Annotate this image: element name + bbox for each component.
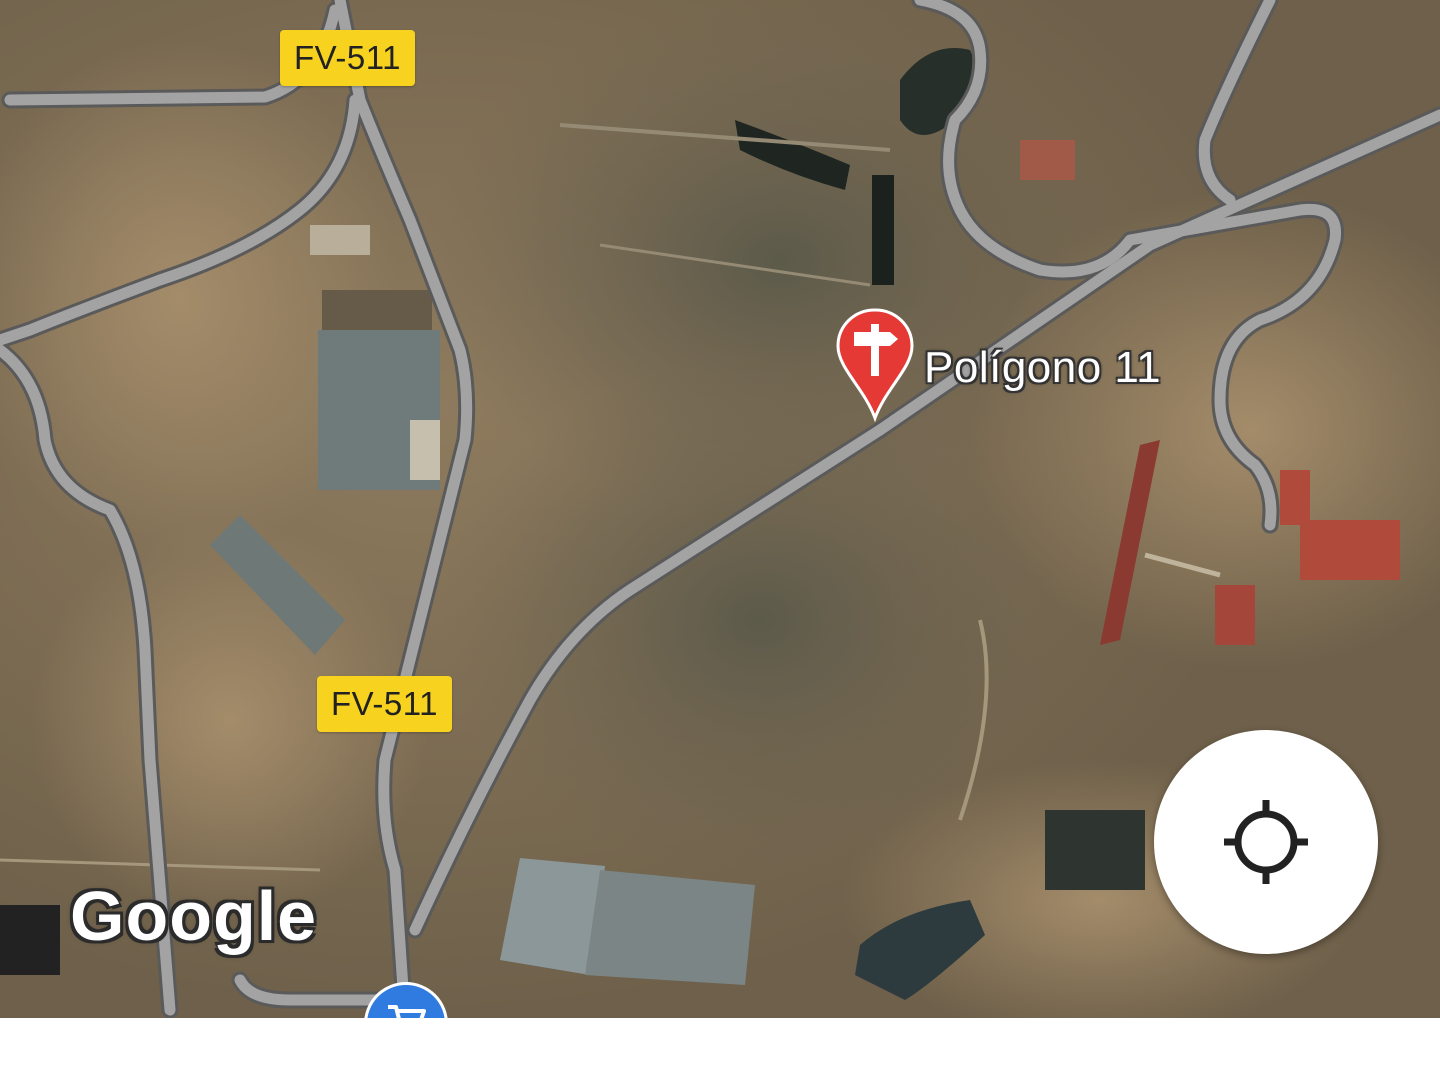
- road-shield-fv511-bottom: FV-511: [317, 676, 452, 732]
- place-marker[interactable]: [834, 306, 916, 423]
- road-shield-fv511-top: FV-511: [280, 30, 415, 86]
- cart-icon: [388, 1005, 426, 1018]
- signpost-pin-icon: [836, 308, 914, 423]
- my-location-button[interactable]: [1154, 730, 1378, 954]
- google-attribution-logo: Google: [70, 877, 318, 955]
- bottom-sheet-edge: [0, 1018, 1440, 1080]
- place-label[interactable]: Polígono 11: [924, 343, 1161, 393]
- satellite-map[interactable]: FV-511 FV-511 Polígono 11 Google: [0, 0, 1440, 1018]
- crosshair-icon: [1224, 800, 1308, 884]
